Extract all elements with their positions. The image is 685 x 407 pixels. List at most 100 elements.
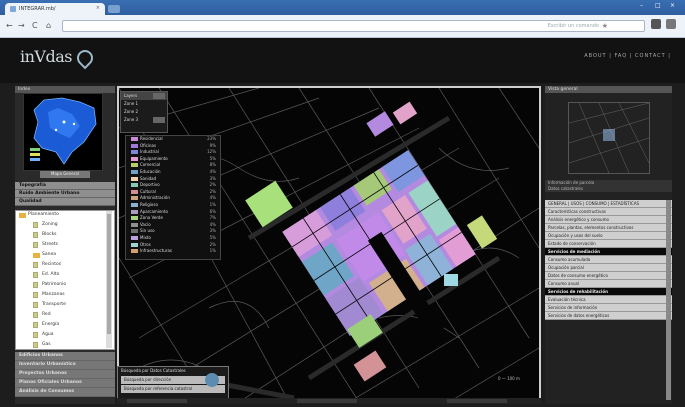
tree-item[interactable]: Agua [16, 331, 114, 341]
legend-row[interactable]: Sanidad 3% [126, 176, 220, 183]
tree-scroll-thumb[interactable] [107, 214, 111, 334]
locate-icon[interactable] [205, 373, 219, 387]
tree-item[interactable]: Sanea [16, 251, 114, 261]
legend-row[interactable]: Mixto 5% [126, 235, 220, 242]
legend-row[interactable]: Zona Verde 7% [126, 215, 220, 222]
legend-label: Religioso [140, 201, 158, 207]
bottom-bar-segment[interactable] [297, 399, 357, 403]
tree-item[interactable]: Patrimonio [16, 281, 114, 291]
overview-minimap[interactable] [23, 93, 103, 171]
map-bottom-bar [117, 398, 541, 404]
legend-swatch [131, 229, 138, 234]
legend-row[interactable]: Religioso 1% [126, 202, 220, 209]
info-list-item[interactable]: Consumo acumulado [545, 256, 672, 264]
tree-item[interactable]: Energía [16, 321, 114, 331]
bottom-bar-segment[interactable] [127, 399, 187, 403]
legend-row[interactable]: Educación 4% [126, 169, 220, 176]
tree-item[interactable]: Transporte [16, 301, 114, 311]
layer-row[interactable]: Layers [121, 92, 167, 100]
tree-item-label: Planeamiento [28, 212, 59, 217]
legend-label: Equipamiento [140, 155, 168, 161]
legend-row[interactable]: Comercial 8% [126, 162, 220, 169]
tab-close-icon[interactable]: × [96, 5, 100, 11]
accordion-item[interactable]: Proyectos Urbanos [15, 370, 115, 379]
accordion-item[interactable]: Planos Oficiales Urbanos [15, 379, 115, 388]
document-icon [33, 322, 38, 328]
legend-row[interactable]: Vacío 4% [126, 222, 220, 229]
legend-row[interactable]: Equipamiento 5% [126, 156, 220, 163]
legend-row[interactable]: Aparcamiento 6% [126, 209, 220, 216]
info-list-item[interactable]: Ocupación parcial [545, 264, 672, 272]
layer-label: Zone 1 [124, 101, 138, 106]
layer-row[interactable]: Zone 3 [121, 116, 167, 124]
accordion-item[interactable]: Edificios Urbanos [15, 352, 115, 361]
minimap-button[interactable]: Mapa General [40, 171, 90, 178]
info-list-item[interactable]: Servicios de información [545, 304, 672, 312]
info-list-item[interactable]: Características constructivas [545, 208, 672, 216]
legend-row[interactable]: Oficinas 9% [126, 143, 220, 150]
layer-toggle-button[interactable] [153, 93, 165, 99]
reload-icon[interactable]: C [32, 21, 38, 30]
legend-row[interactable]: Infraestructuras 1% [126, 248, 220, 255]
layer-row[interactable]: Zone 2 [121, 108, 167, 116]
top-navigation[interactable]: ABOUT | FAQ | CONTACT | [584, 53, 671, 59]
close-window-icon[interactable]: × [670, 2, 675, 9]
accordion-item[interactable]: Ruído Ambiente Urbano [15, 190, 115, 198]
legend-row[interactable]: Otros 2% [126, 242, 220, 249]
home-icon[interactable]: ⌂ [46, 21, 51, 30]
accordion-item[interactable]: Topografía [15, 182, 115, 190]
tree-item[interactable]: Red [16, 311, 114, 321]
legend-value: 5% [209, 155, 216, 161]
info-section-header[interactable]: Servicios de mediación [545, 248, 672, 256]
accordion-item[interactable]: Qualidad [15, 198, 115, 206]
legend-row[interactable]: Residencial 23% [126, 136, 220, 143]
bookmark-star-icon[interactable]: ★ [602, 22, 608, 30]
minimize-icon[interactable]: – [640, 2, 643, 9]
new-tab-button[interactable] [108, 5, 120, 13]
info-scrollbar[interactable] [666, 200, 671, 400]
maximize-icon[interactable]: □ [655, 2, 661, 9]
info-list-item[interactable]: Estado de conservación [545, 240, 672, 248]
legend-row[interactable]: Sin uso 3% [126, 228, 220, 235]
extension-icon[interactable] [651, 19, 661, 29]
accordion-item[interactable]: Análisis de Consumos [15, 388, 115, 397]
info-list-item[interactable]: Parcelas, plantas, elementos constructiv… [545, 224, 672, 232]
forward-icon[interactable]: → [18, 21, 25, 30]
tab-title: INTEGRAR.mb/ [19, 6, 56, 12]
address-bar[interactable]: Escribir un comando ★ [62, 20, 645, 32]
info-tab[interactable]: Datos catastrales [545, 186, 672, 192]
tree-item[interactable]: Ed. Alto [16, 271, 114, 281]
tree-item[interactable]: Manzanas [16, 291, 114, 301]
info-list-item[interactable]: Ocupación y usos del suelo [545, 232, 672, 240]
info-list-item[interactable]: Evaluación técnica [545, 296, 672, 304]
legend-value: 2% [209, 182, 216, 188]
folder-icon [19, 213, 26, 218]
legend-row[interactable]: Industrial 12% [126, 149, 220, 156]
bottom-bar-segment[interactable] [447, 399, 507, 403]
browser-tab[interactable]: INTEGRAR.mb/ × [5, 3, 105, 15]
info-list-item[interactable]: Servicios de datos energéticos [545, 312, 672, 320]
tree-item[interactable]: Streets [16, 241, 114, 251]
legend-row[interactable]: Deportivo 2% [126, 182, 220, 189]
site-logo[interactable]: inVdas [20, 47, 72, 66]
tree-item[interactable]: Recintos [16, 261, 114, 271]
legend-row[interactable]: Administración 4% [126, 195, 220, 202]
layer-toggle-button[interactable] [153, 117, 165, 123]
legend-label: Aparcamiento [140, 208, 168, 214]
back-icon[interactable]: ← [6, 21, 13, 30]
wrench-icon[interactable] [666, 19, 676, 29]
info-list-item[interactable]: Consumo anual [545, 280, 672, 288]
document-icon [33, 242, 38, 248]
parcel-thumbnail[interactable] [568, 102, 650, 174]
accordion-item[interactable]: Inventario Urbanístico [15, 361, 115, 370]
tree-item[interactable]: Blocks [16, 231, 114, 241]
tree-item[interactable]: Planeamiento [16, 211, 114, 221]
info-list-item[interactable]: Análisis energético y consumo [545, 216, 672, 224]
info-list-item[interactable]: Datos de consumo energético [545, 272, 672, 280]
tree-item[interactable]: Gas [16, 341, 114, 351]
legend-row[interactable]: Cultural 2% [126, 189, 220, 196]
layer-row[interactable]: Zone 1 [121, 100, 167, 108]
info-section-header[interactable]: Servicios de rehabilitación [545, 288, 672, 296]
tree-item[interactable]: Zoning [16, 221, 114, 231]
info-list-item[interactable]: GENERAL | USOS | CONSUMO | ESTADÍSTICAS [545, 200, 672, 208]
